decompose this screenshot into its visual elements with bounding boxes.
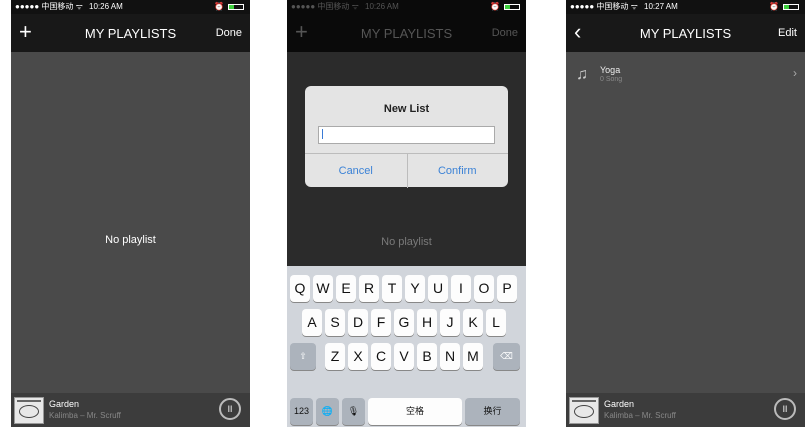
pause-icon[interactable]: II: [219, 398, 241, 420]
globe-icon[interactable]: 🌐: [316, 398, 339, 425]
dialog-title: New List: [383, 103, 430, 115]
microphone-icon[interactable]: 🎙: [342, 398, 365, 425]
key-b[interactable]: B: [417, 343, 437, 370]
music-note-icon: ♫: [576, 66, 588, 83]
page-title: MY PLAYLISTS: [84, 26, 177, 41]
key-k[interactable]: K: [463, 309, 483, 336]
alarm-icon: ⏰: [490, 2, 500, 11]
status-bar: ●●●●● 中国移动 ᯤ 10:26 AM ⏰: [11, 0, 250, 14]
alarm-icon: ⏰: [214, 2, 224, 11]
status-time: 10:26 AM: [365, 2, 399, 11]
key-s[interactable]: S: [325, 309, 345, 336]
edit-button[interactable]: Edit: [778, 27, 797, 39]
key-n[interactable]: N: [440, 343, 460, 370]
key-c[interactable]: C: [371, 343, 391, 370]
playlist-area: ♫ Yoga 0 Song ›: [566, 52, 805, 393]
phone-screen-with-playlist: ●●●●● 中国移动 ᯤ 10:27 AM ⏰ ‹ MY PLAYLISTS E…: [566, 0, 805, 427]
numbers-key[interactable]: 123: [290, 398, 313, 425]
playlist-name: Yoga: [600, 65, 621, 75]
done-button[interactable]: Done: [216, 27, 242, 39]
keyboard-row-4: 123 🌐 🎙 空格 换行: [287, 398, 526, 425]
phone-screen-empty: ●●●●● 中国移动 ᯤ 10:26 AM ⏰ + MY PLAYLISTS D…: [11, 0, 250, 427]
key-m[interactable]: M: [463, 343, 483, 370]
nav-bar: + MY PLAYLISTS Done: [11, 14, 250, 52]
key-d[interactable]: D: [348, 309, 368, 336]
new-list-dialog: New List Cancel Confirm: [305, 86, 508, 188]
return-key[interactable]: 换行: [465, 398, 520, 425]
list-name-input[interactable]: [318, 126, 495, 144]
song-artist: Kalimba – Mr. Scruff: [604, 411, 676, 420]
playlist-item[interactable]: ♫ Yoga 0 Song ›: [566, 62, 805, 90]
keyboard-row-2: A S D F G H J K L: [287, 309, 526, 336]
key-o[interactable]: O: [474, 275, 494, 302]
key-i[interactable]: I: [451, 275, 471, 302]
nav-bar: ‹ MY PLAYLISTS Edit: [566, 14, 805, 52]
keyboard-row-1: Q W E R T Y U I O P: [287, 275, 526, 302]
space-key[interactable]: 空格: [368, 398, 462, 425]
key-u[interactable]: U: [428, 275, 448, 302]
key-t[interactable]: T: [382, 275, 402, 302]
key-x[interactable]: X: [348, 343, 368, 370]
done-button: Done: [491, 27, 518, 39]
album-art: [569, 397, 599, 424]
playlist-area: No playlist: [11, 52, 250, 393]
status-time: 10:27 AM: [644, 2, 678, 11]
status-time: 10:26 AM: [89, 2, 123, 11]
key-q[interactable]: Q: [290, 275, 310, 302]
key-f[interactable]: F: [371, 309, 391, 336]
battery-icon: [504, 4, 520, 10]
pause-icon[interactable]: II: [774, 398, 796, 420]
key-g[interactable]: G: [394, 309, 414, 336]
key-p[interactable]: P: [497, 275, 517, 302]
key-a[interactable]: A: [302, 309, 322, 336]
key-y[interactable]: Y: [405, 275, 425, 302]
key-v[interactable]: V: [394, 343, 414, 370]
key-h[interactable]: H: [417, 309, 437, 336]
alarm-icon: ⏰: [769, 2, 779, 11]
phone-screen-new-list: ●●●●● 中国移动 ᯤ 10:26 AM ⏰ + MY PLAYLISTS D…: [287, 0, 526, 427]
status-bar: ●●●●● 中国移动 ᯤ 10:26 AM ⏰: [287, 0, 526, 14]
song-artist: Kalimba – Mr. Scruff: [49, 411, 121, 420]
dialog-buttons: Cancel Confirm: [305, 153, 508, 188]
status-bar: ●●●●● 中国移动 ᯤ 10:27 AM ⏰: [566, 0, 805, 14]
carrier-signal: ●●●●● 中国移动 ᯤ: [291, 2, 359, 11]
page-title: MY PLAYLISTS: [360, 26, 453, 41]
empty-state-text: No playlist: [105, 234, 156, 246]
nav-bar: + MY PLAYLISTS Done: [287, 14, 526, 52]
key-e[interactable]: E: [336, 275, 356, 302]
confirm-button[interactable]: Confirm: [407, 154, 509, 188]
empty-state-text: No playlist: [381, 236, 432, 248]
key-z[interactable]: Z: [325, 343, 345, 370]
backspace-key[interactable]: ⌫: [493, 343, 520, 370]
carrier-signal: ●●●●● 中国移动 ᯤ: [15, 2, 83, 11]
key-j[interactable]: J: [440, 309, 460, 336]
key-w[interactable]: W: [313, 275, 333, 302]
cancel-button[interactable]: Cancel: [305, 154, 408, 188]
song-title: Garden: [49, 399, 80, 409]
page-title: MY PLAYLISTS: [639, 26, 732, 41]
key-l[interactable]: L: [486, 309, 506, 336]
mini-player[interactable]: Garden Kalimba – Mr. Scruff II: [11, 393, 250, 427]
text-caret: [322, 129, 323, 139]
chevron-right-icon: ›: [793, 66, 797, 80]
shift-key[interactable]: ⇧: [290, 343, 316, 370]
battery-icon: [783, 4, 799, 10]
battery-icon: [228, 4, 244, 10]
carrier-signal: ●●●●● 中国移动 ᯤ: [570, 2, 638, 11]
key-r[interactable]: R: [359, 275, 379, 302]
mini-player[interactable]: Garden Kalimba – Mr. Scruff II: [566, 393, 805, 427]
keyboard-row-3: ⇧ Z X C V B N M ⌫: [287, 343, 526, 370]
playlist-song-count: 0 Song: [600, 76, 623, 83]
keyboard: Q W E R T Y U I O P A S D F G H J K L ⇧ …: [287, 266, 526, 427]
song-title: Garden: [604, 399, 635, 409]
album-art: [14, 397, 44, 424]
